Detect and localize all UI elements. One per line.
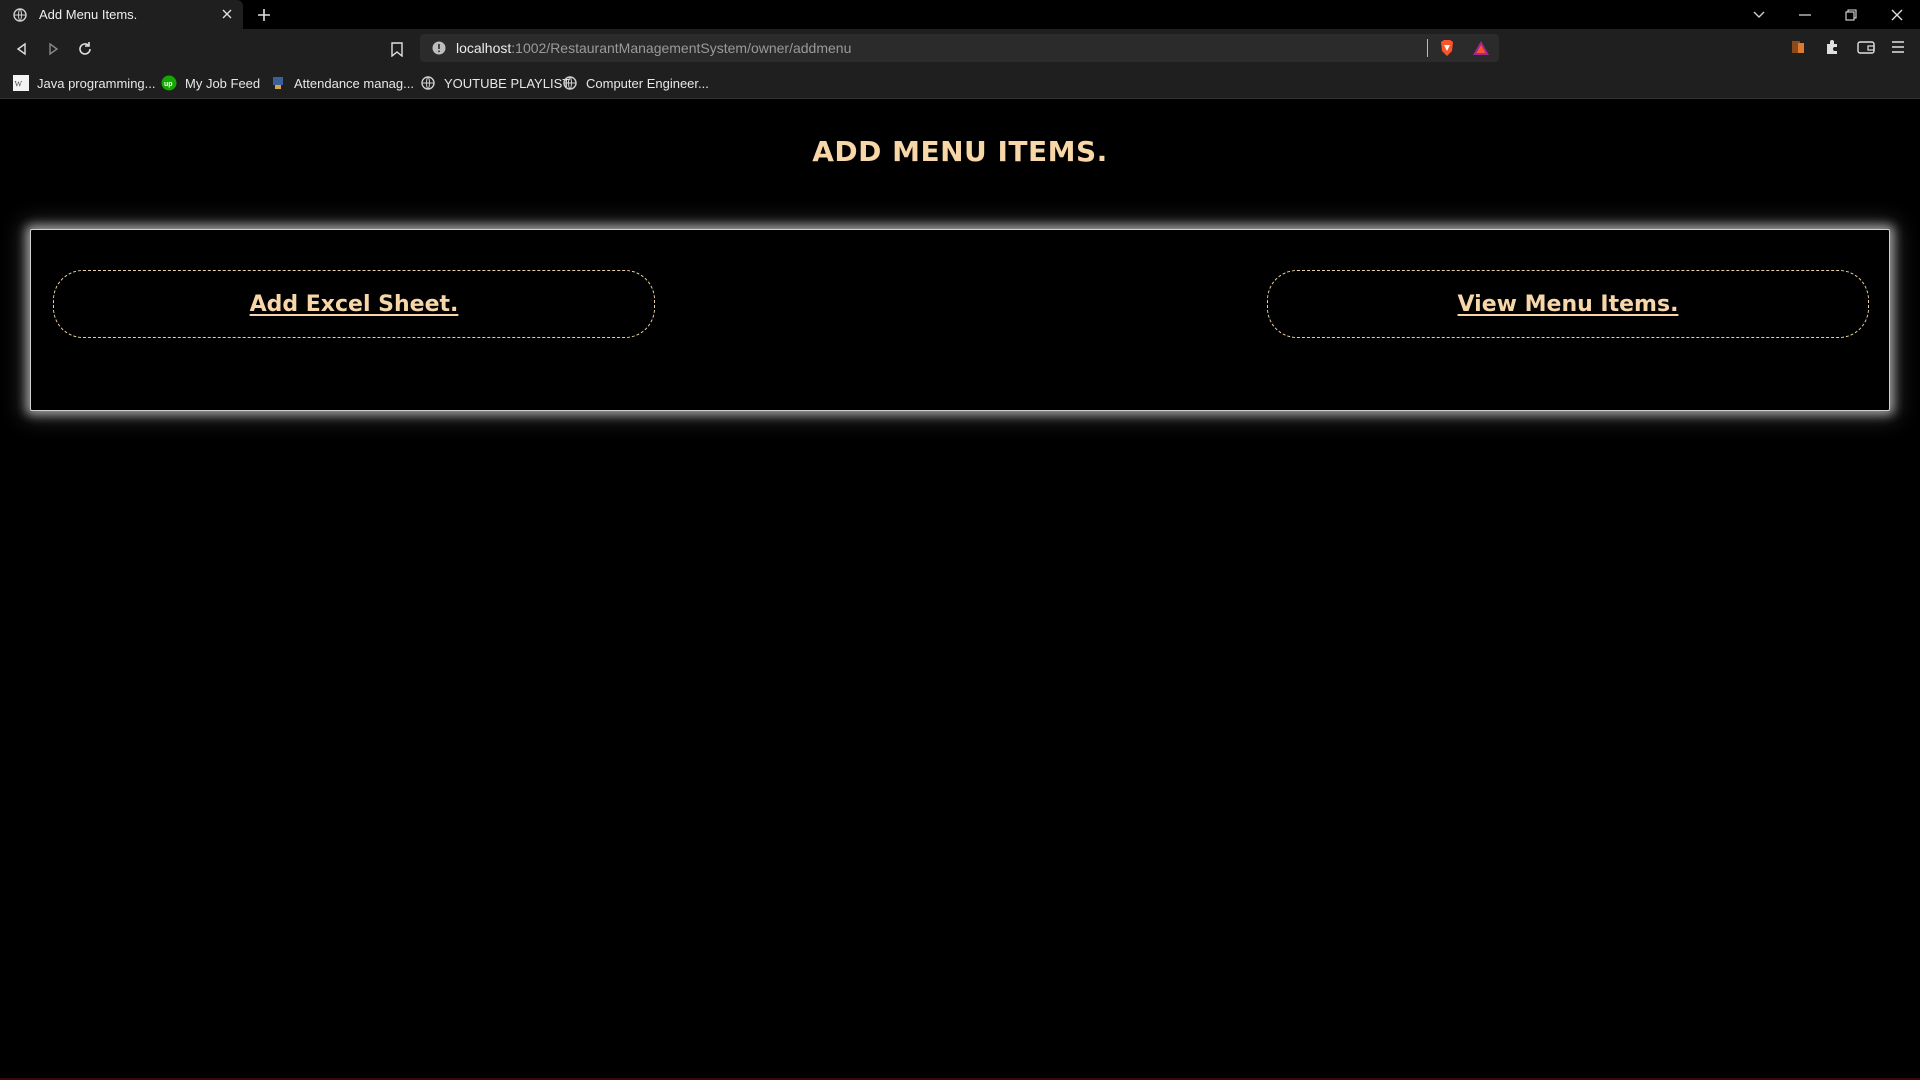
bookmark-label: Java programming... [37, 75, 156, 91]
bookmark-label: My Job Feed [185, 75, 261, 91]
url-path: :1002/RestaurantManagementSystem/owner/a… [511, 40, 852, 56]
menu-icon[interactable] [1888, 37, 1908, 57]
globe-icon [562, 75, 578, 91]
bookmark-item[interactable]: Attendance manag... [270, 74, 414, 92]
page-title: ADD MENU ITEMS. [812, 135, 1108, 168]
bookmark-item[interactable]: W Java programming... [13, 74, 156, 92]
brave-shields-icon[interactable] [1438, 39, 1456, 57]
divider [1427, 39, 1428, 57]
extension-icon[interactable] [1788, 37, 1808, 57]
url-text: localhost:1002/RestaurantManagementSyste… [456, 40, 851, 56]
bookmark-label: Computer Engineer... [586, 75, 709, 91]
restore-icon[interactable] [1840, 4, 1862, 26]
browser-toolbar: localhost:1002/RestaurantManagementSyste… [0, 29, 1920, 67]
page-content: ADD MENU ITEMS. Add Excel Sheet. View Me… [0, 99, 1920, 1080]
view-menu-items-link[interactable]: View Menu Items. [1458, 292, 1679, 317]
close-window-icon[interactable] [1886, 4, 1908, 26]
bookmark-item[interactable]: up My Job Feed [161, 74, 260, 92]
svg-text:W: W [15, 80, 23, 89]
bookmark-icon[interactable] [386, 38, 408, 60]
brave-rewards-icon[interactable] [1472, 39, 1490, 57]
wikipedia-icon: W [13, 75, 29, 91]
minimize-icon[interactable] [1794, 4, 1816, 26]
bookmark-label: YOUTUBE PLAYLIST [444, 75, 571, 91]
bookmark-label: Attendance manag... [294, 75, 414, 91]
site-info-icon[interactable] [432, 41, 446, 55]
tab-title: Add Menu Items. [39, 7, 138, 22]
back-icon[interactable] [11, 38, 33, 60]
close-tab-icon[interactable] [219, 6, 235, 22]
bookmark-item[interactable]: YOUTUBE PLAYLIST [420, 74, 570, 92]
bookmark-item[interactable]: Computer Engineer... [562, 74, 709, 92]
add-excel-sheet-button[interactable]: Add Excel Sheet. [53, 270, 655, 338]
view-menu-items-button[interactable]: View Menu Items. [1267, 270, 1869, 338]
tab-strip: Add Menu Items. [0, 0, 1920, 29]
url-host: localhost [456, 40, 512, 56]
add-excel-sheet-link[interactable]: Add Excel Sheet. [250, 292, 459, 317]
app-icon [270, 75, 286, 91]
upwork-icon: up [161, 75, 177, 91]
extensions-puzzle-icon[interactable] [1822, 37, 1842, 57]
new-tab-icon[interactable] [255, 6, 273, 24]
address-bar[interactable]: localhost:1002/RestaurantManagementSyste… [420, 34, 1499, 62]
globe-icon [420, 75, 436, 91]
globe-icon [12, 7, 28, 23]
tab-search-icon[interactable] [1748, 4, 1770, 26]
active-tab[interactable]: Add Menu Items. [0, 0, 243, 29]
forward-icon[interactable] [42, 38, 64, 60]
bookmarks-bar: W Java programming... up My Job Feed Att… [0, 67, 1920, 99]
actions-panel: Add Excel Sheet. View Menu Items. [30, 229, 1890, 411]
svg-text:up: up [164, 81, 173, 88]
wallet-icon[interactable] [1856, 37, 1876, 57]
reload-icon[interactable] [74, 38, 96, 60]
